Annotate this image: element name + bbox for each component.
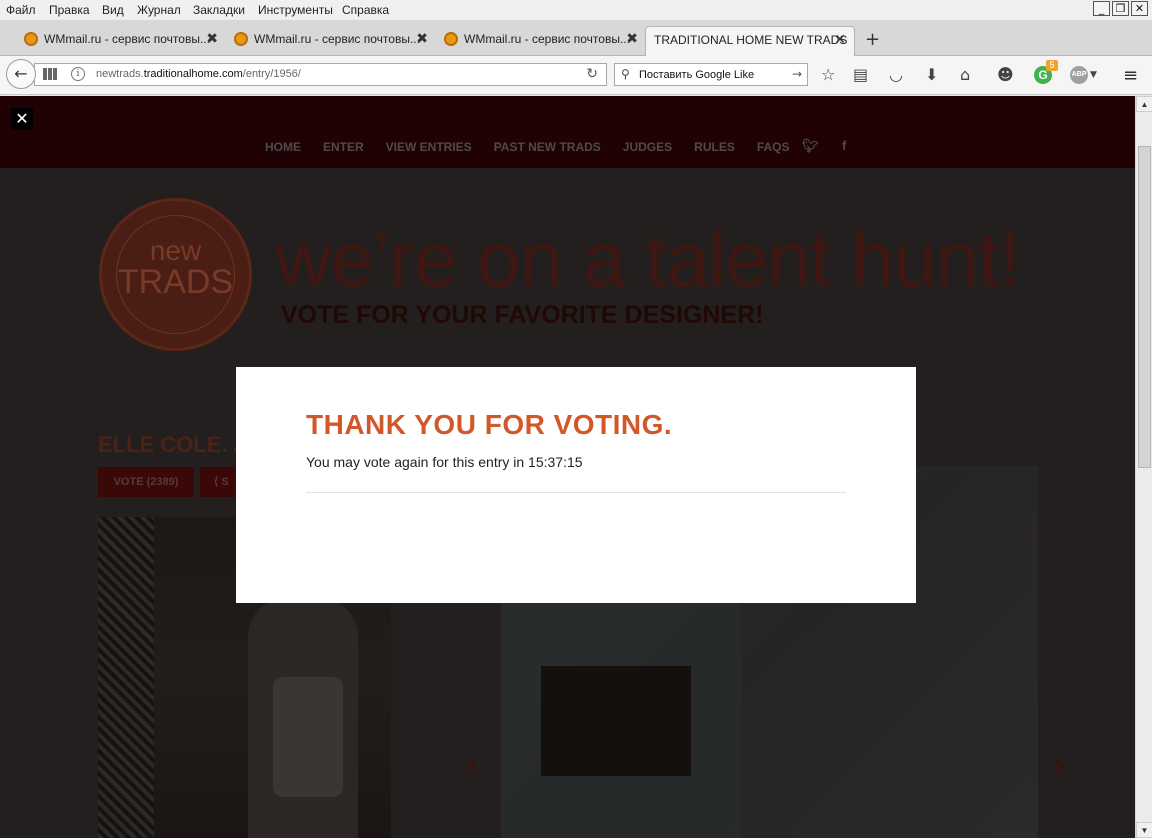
minimize-button[interactable]: _ (1093, 1, 1110, 16)
headline: we’re on a talent hunt! (275, 215, 1021, 303)
menu-view[interactable]: Вид (102, 3, 124, 17)
pocket-icon[interactable]: ◡ (889, 65, 903, 84)
tab-wmmail-1[interactable]: WMmail.ru - сервис почтовы... ✖ (18, 26, 218, 56)
next-arrow-icon[interactable]: › (1053, 748, 1065, 783)
download-icon[interactable]: ⬇ (925, 65, 938, 84)
scroll-up-icon[interactable]: ▲ (1136, 96, 1152, 112)
nav-enter[interactable]: ENTER (323, 140, 364, 154)
site-nav: HOME ENTER VIEW ENTRIES PAST NEW TRADS J… (265, 140, 812, 154)
tab-close-icon[interactable]: ✖ (626, 26, 638, 52)
page-scrollbar[interactable]: ▲ ▼ (1135, 96, 1152, 838)
wmmail-favicon-icon (444, 32, 458, 46)
vote-confirmation-modal: THANK YOU FOR VOTING. You may vote again… (236, 367, 916, 603)
facebook-icon[interactable]: f (842, 138, 846, 153)
modal-title: THANK YOU FOR VOTING. (306, 409, 673, 440)
site-info-icon[interactable]: i (71, 67, 85, 81)
adblock-icon[interactable]: ABP (1070, 66, 1088, 84)
close-window-button[interactable]: ✕ (1131, 1, 1148, 16)
star-icon[interactable]: ☆ (821, 65, 835, 84)
menu-history[interactable]: Журнал (137, 3, 181, 17)
logo-word-trads: TRADS (117, 263, 234, 301)
maximize-button[interactable]: ❐ (1112, 1, 1129, 16)
tab-close-icon[interactable]: ✕ (834, 27, 846, 53)
menu-icon[interactable]: ≡ (1123, 65, 1138, 86)
grammarly-badge: 5 (1046, 60, 1058, 71)
vote-button[interactable]: VOTE (2389) (98, 467, 194, 497)
tab-title: WMmail.ru - сервис почтовы... (464, 32, 630, 46)
tab-bar: WMmail.ru - сервис почтовы... ✖ WMmail.r… (0, 20, 1152, 56)
nav-bar: i newtrads.traditionalhome.com/entry/195… (0, 56, 1152, 95)
menu-edit[interactable]: Правка (49, 3, 90, 17)
tab-groups-icon[interactable] (43, 68, 57, 80)
modal-divider (306, 492, 846, 493)
tab-title: TRADITIONAL HOME NEW TRADS (654, 33, 848, 47)
menu-tools[interactable]: Инструменты (258, 3, 333, 17)
tagline: VOTE FOR YOUR FAVORITE DESIGNER! (281, 301, 764, 329)
tab-wmmail-2[interactable]: WMmail.ru - сервис почтовы... ✖ (228, 26, 428, 56)
menu-file[interactable]: Файл (6, 3, 36, 17)
search-icon: ⚲ (621, 67, 630, 81)
overlay-close-icon[interactable]: ✕ (11, 108, 33, 130)
tab-wmmail-3[interactable]: WMmail.ru - сервис почтовы... ✖ (438, 26, 638, 56)
search-go-icon[interactable]: → (792, 67, 802, 81)
nav-past-new-trads[interactable]: PAST NEW TRADS (494, 140, 601, 154)
tab-title: WMmail.ru - сервис почтовы... (44, 32, 210, 46)
site-header: ✕ HOME ENTER VIEW ENTRIES PAST NEW TRADS… (0, 96, 1135, 168)
tab-traditional-home[interactable]: TRADITIONAL HOME NEW TRADS ✕ (645, 26, 855, 56)
chevron-down-icon[interactable]: ▼ (1090, 70, 1097, 80)
back-button[interactable]: ← (6, 59, 36, 89)
url-text[interactable]: newtrads.traditionalhome.com/entry/1956/ (96, 68, 301, 80)
page-viewport: ✕ HOME ENTER VIEW ENTRIES PAST NEW TRADS… (0, 96, 1135, 838)
new-tab-button[interactable]: + (865, 29, 880, 50)
nav-home[interactable]: HOME (265, 140, 301, 154)
tab-title: WMmail.ru - сервис почтовы... (254, 32, 420, 46)
menu-help[interactable]: Справка (342, 3, 389, 17)
scroll-thumb[interactable] (1138, 146, 1151, 468)
search-input[interactable]: Поставить Google Like (639, 69, 754, 81)
search-bar[interactable]: ⚲ Поставить Google Like → (614, 63, 808, 86)
photo-shirt (273, 677, 343, 797)
photo-curtain (98, 517, 154, 838)
nav-rules[interactable]: RULES (694, 140, 735, 154)
modal-message: You may vote again for this entry in 15:… (306, 454, 583, 470)
menu-bar: Файл Правка Вид Журнал Закладки Инструме… (0, 0, 1152, 20)
reading-list-icon[interactable]: ▤ (853, 65, 868, 84)
url-bar[interactable]: i newtrads.traditionalhome.com/entry/195… (34, 63, 607, 86)
menu-bookmarks[interactable]: Закладки (193, 3, 245, 17)
scroll-down-icon[interactable]: ▼ (1136, 822, 1152, 838)
wmmail-favicon-icon (24, 32, 38, 46)
twitter-icon[interactable]: 🐦︎ (802, 138, 819, 154)
nav-faqs[interactable]: FAQS (757, 140, 790, 154)
prev-arrow-icon[interactable]: ‹ (467, 748, 479, 783)
nav-judges[interactable]: JUDGES (623, 140, 672, 154)
photo-cabinet (541, 666, 691, 776)
home-icon[interactable]: ⌂ (960, 65, 970, 84)
entry-name: ELLE COLE. A (98, 432, 249, 457)
tab-close-icon[interactable]: ✖ (416, 26, 428, 52)
tab-close-icon[interactable]: ✖ (206, 26, 218, 52)
reload-icon[interactable]: ↻ (586, 66, 598, 82)
wmmail-favicon-icon (234, 32, 248, 46)
chat-icon[interactable]: ☻ (997, 65, 1014, 84)
new-trads-logo: new TRADS (99, 198, 252, 351)
nav-view-entries[interactable]: VIEW ENTRIES (386, 140, 472, 154)
